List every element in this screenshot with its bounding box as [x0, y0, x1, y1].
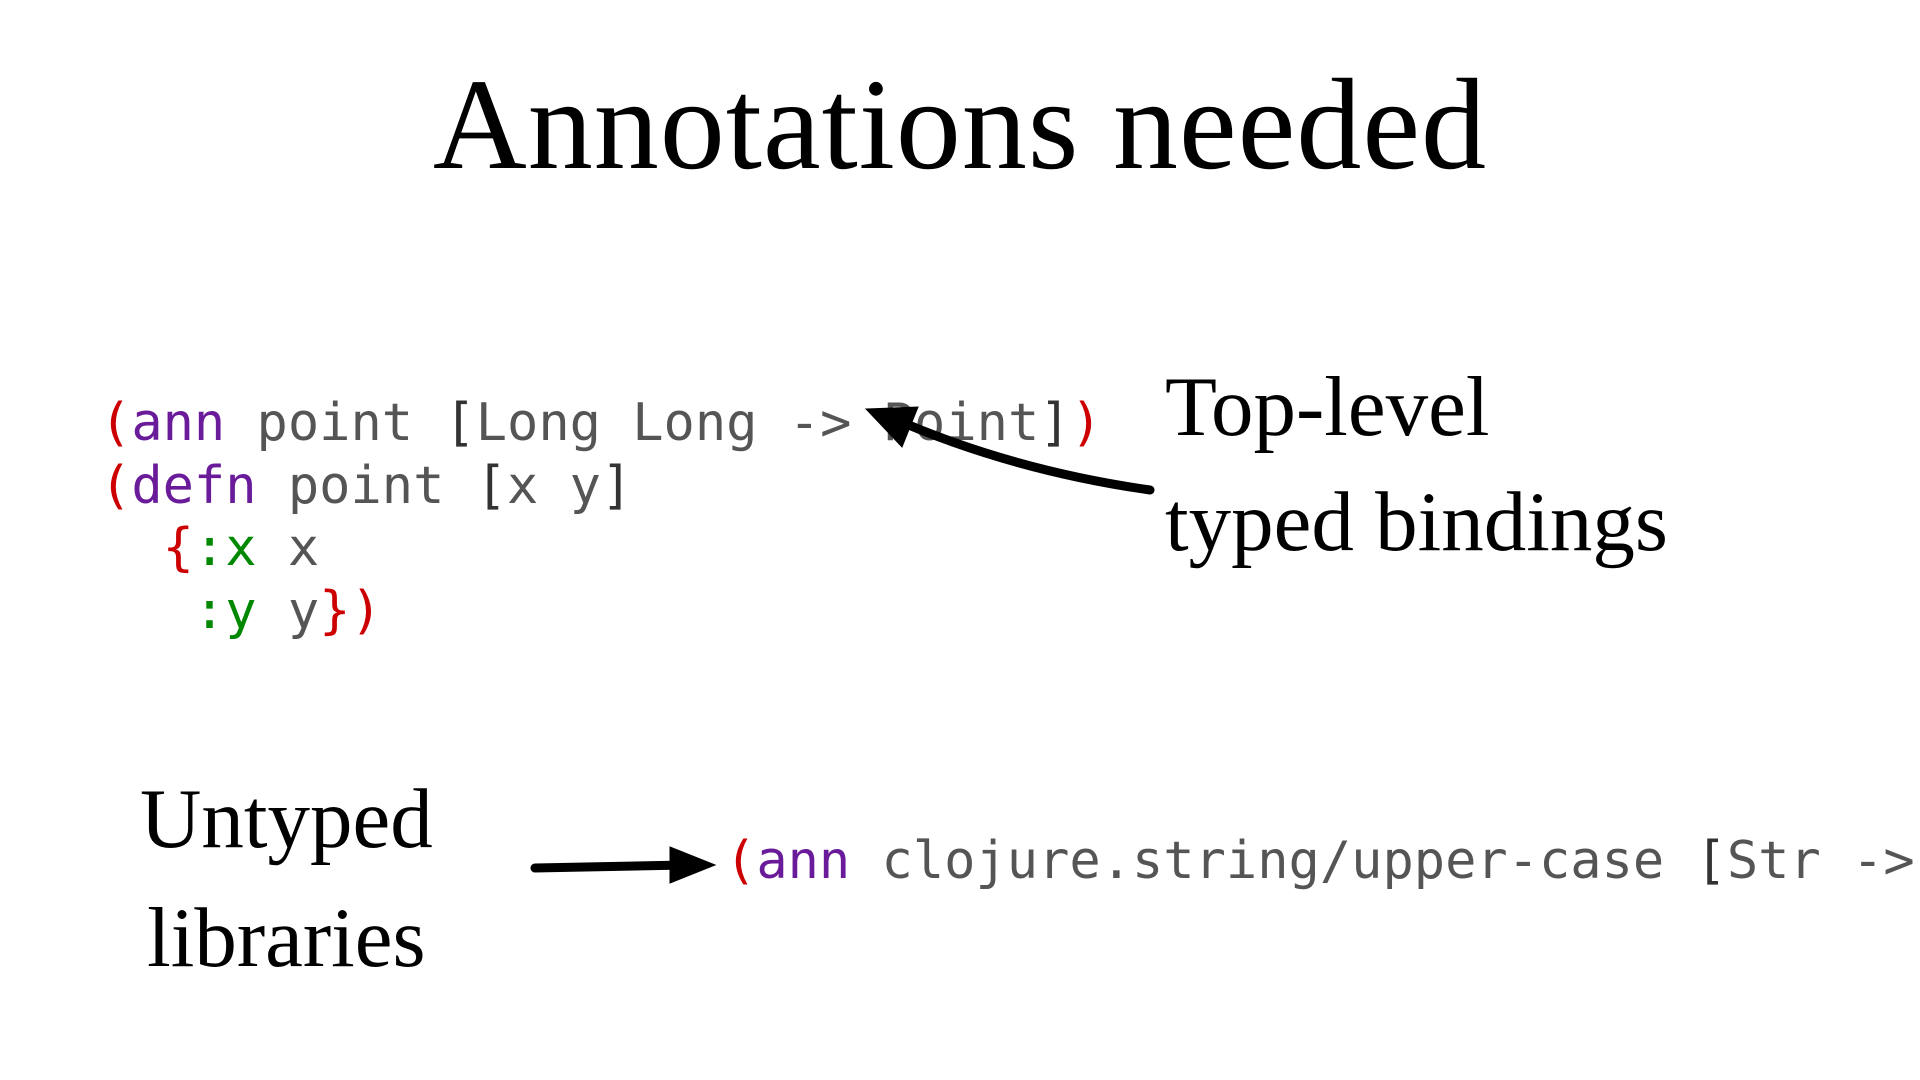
label-line: libraries [140, 879, 433, 998]
arrow-untyped [530, 840, 720, 890]
keyword-x: :x [194, 518, 257, 578]
paren-open: ( [100, 393, 131, 453]
keyword-y: :y [194, 581, 257, 641]
space [1664, 831, 1695, 891]
types: Long Long [476, 393, 789, 453]
arrow-token: -> [1852, 831, 1915, 891]
keyword-ann: ann [131, 393, 225, 453]
space [413, 393, 444, 453]
return-type: Str [1915, 831, 1920, 891]
indent [100, 518, 163, 578]
arrow-top-level [860, 395, 1160, 505]
ident-point: point [257, 393, 414, 453]
label-top-level-bindings: Top-level typed bindings [1165, 350, 1668, 580]
keyword-ann: ann [756, 831, 850, 891]
ident-uppercase: clojure.string/upper-case [882, 831, 1665, 891]
val-x: x [288, 518, 319, 578]
slide: Annotations needed (ann point [Long Long… [0, 0, 1920, 1080]
bracket-open: [ [1696, 831, 1727, 891]
space [257, 456, 288, 516]
slide-title: Annotations needed [0, 50, 1920, 200]
arg-type: Str [1727, 831, 1852, 891]
val-y: y [288, 581, 319, 641]
bracket-open: [ [444, 393, 475, 453]
args: x y [507, 456, 601, 516]
space [257, 518, 288, 578]
paren-close: ) [350, 581, 381, 641]
label-line: typed bindings [1165, 465, 1668, 580]
arrow-token: -> [789, 393, 852, 453]
label-line: Top-level [1165, 350, 1668, 465]
bracket-close: ] [601, 456, 632, 516]
space [225, 393, 256, 453]
brace-open: { [163, 518, 194, 578]
keyword-defn: defn [131, 456, 256, 516]
ident-point: point [288, 456, 445, 516]
paren-open: ( [100, 456, 131, 516]
indent [100, 581, 194, 641]
space [257, 581, 288, 641]
paren-open: ( [725, 831, 756, 891]
space [444, 456, 475, 516]
label-untyped-libraries: Untyped libraries [140, 760, 433, 998]
brace-close: } [319, 581, 350, 641]
label-line: Untyped [140, 760, 433, 879]
space [850, 831, 881, 891]
code-block-uppercase: (ann clojure.string/upper-case [Str -> S… [725, 830, 1920, 892]
bracket-open: [ [476, 456, 507, 516]
